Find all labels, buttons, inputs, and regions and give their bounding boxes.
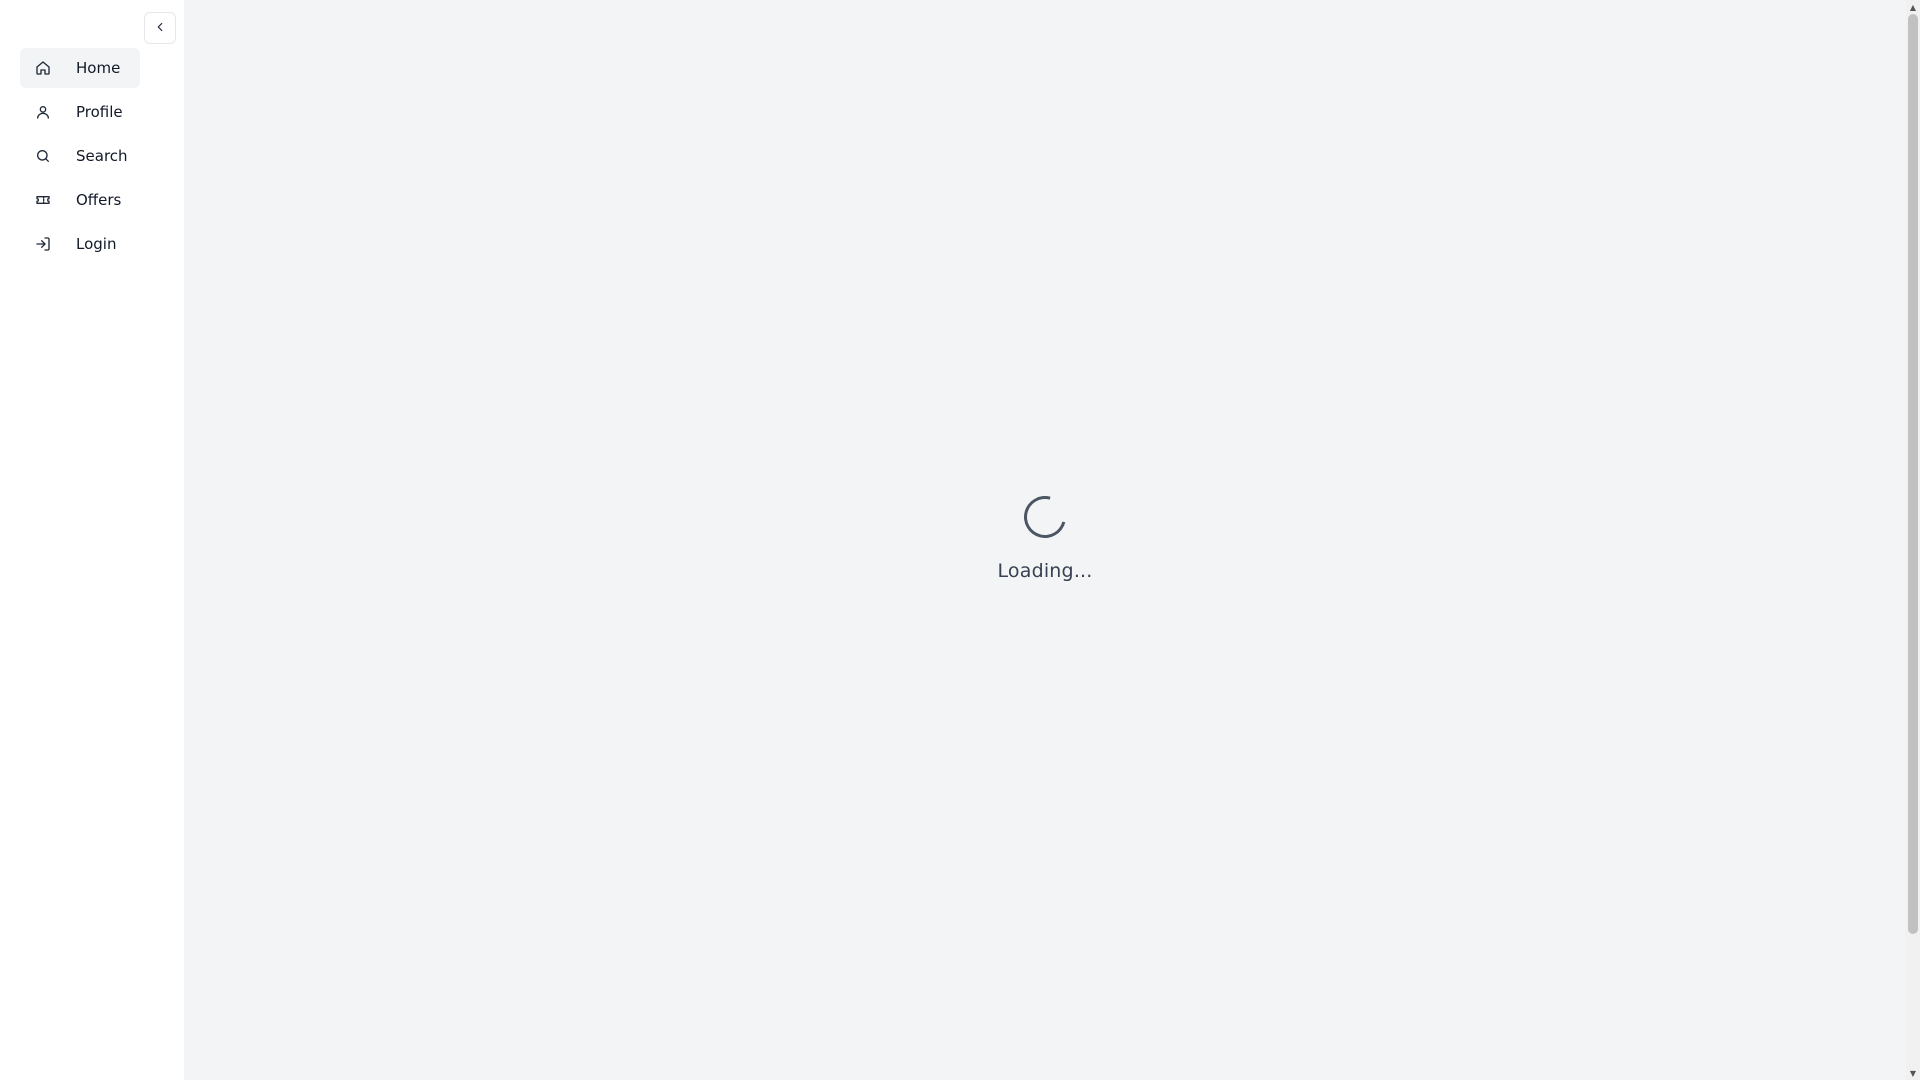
sidebar-nav: Home Profile Search Offers Login: [20, 48, 140, 264]
sidebar-item-search[interactable]: Search: [20, 136, 140, 176]
spinner-icon: [1016, 488, 1074, 546]
sidebar-item-label: Login: [76, 235, 117, 253]
main-content: Loading...: [184, 0, 1906, 1080]
chevron-left-icon: [153, 20, 167, 37]
sidebar-item-home[interactable]: Home: [20, 48, 140, 88]
user-icon: [35, 104, 51, 120]
sidebar-item-label: Home: [76, 59, 121, 77]
scroll-thumb[interactable]: [1908, 14, 1918, 934]
sidebar-item-login[interactable]: Login: [20, 224, 140, 264]
sidebar-collapse-button[interactable]: [144, 12, 176, 44]
ticket-icon: [35, 192, 51, 208]
sidebar-gutter: [159, 0, 184, 1080]
loading-text: Loading...: [997, 560, 1093, 582]
sidebar-item-offers[interactable]: Offers: [20, 180, 140, 220]
login-icon: [35, 236, 51, 252]
app-root: Home Profile Search Offers Login Loading…: [0, 0, 1920, 1080]
sidebar-item-label: Profile: [76, 103, 123, 121]
loading-indicator: Loading...: [184, 488, 1906, 582]
sidebar-item-label: Offers: [76, 191, 122, 209]
home-icon: [35, 60, 51, 76]
sidebar-item-label: Search: [76, 147, 128, 165]
search-icon: [35, 148, 51, 164]
sidebar: Home Profile Search Offers Login: [0, 0, 159, 1080]
vertical-scrollbar[interactable]: ▲ ▼: [1906, 0, 1920, 1080]
scroll-up-arrow-icon[interactable]: ▲: [1906, 0, 1920, 14]
scroll-down-arrow-icon[interactable]: ▼: [1906, 1066, 1920, 1080]
sidebar-item-profile[interactable]: Profile: [20, 92, 140, 132]
